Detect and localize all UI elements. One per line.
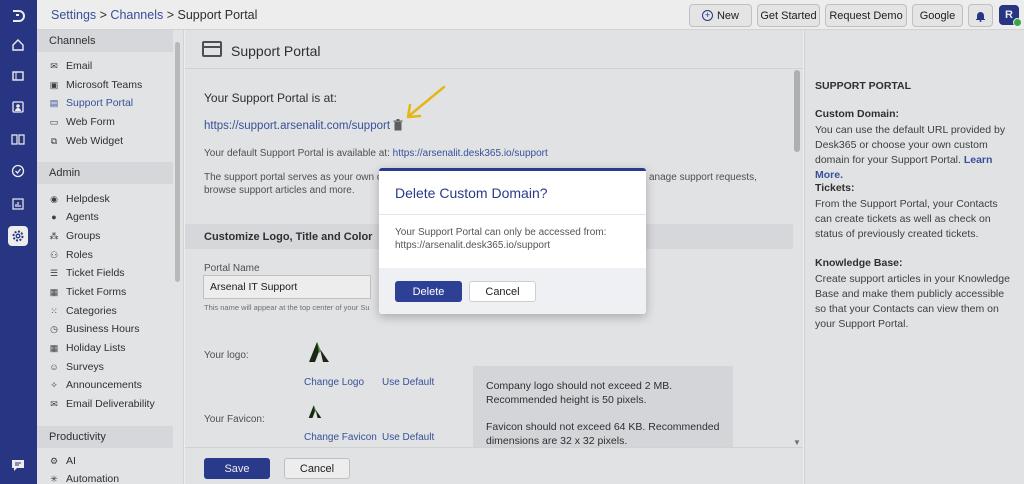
modal-body-line2: https://arsenalit.desk365.io/support: [395, 240, 551, 251]
delete-button[interactable]: Delete: [395, 281, 462, 302]
modal-footer: Delete Cancel: [379, 268, 646, 314]
modal-title: Delete Custom Domain?: [395, 185, 548, 201]
delete-domain-modal: Delete Custom Domain? Your Support Porta…: [379, 168, 646, 314]
modal-divider: [379, 214, 646, 215]
modal-cancel-button[interactable]: Cancel: [469, 281, 536, 302]
modal-body-line1: Your Support Portal can only be accessed…: [395, 227, 607, 238]
modal-body: Your Support Portal can only be accessed…: [395, 226, 635, 252]
